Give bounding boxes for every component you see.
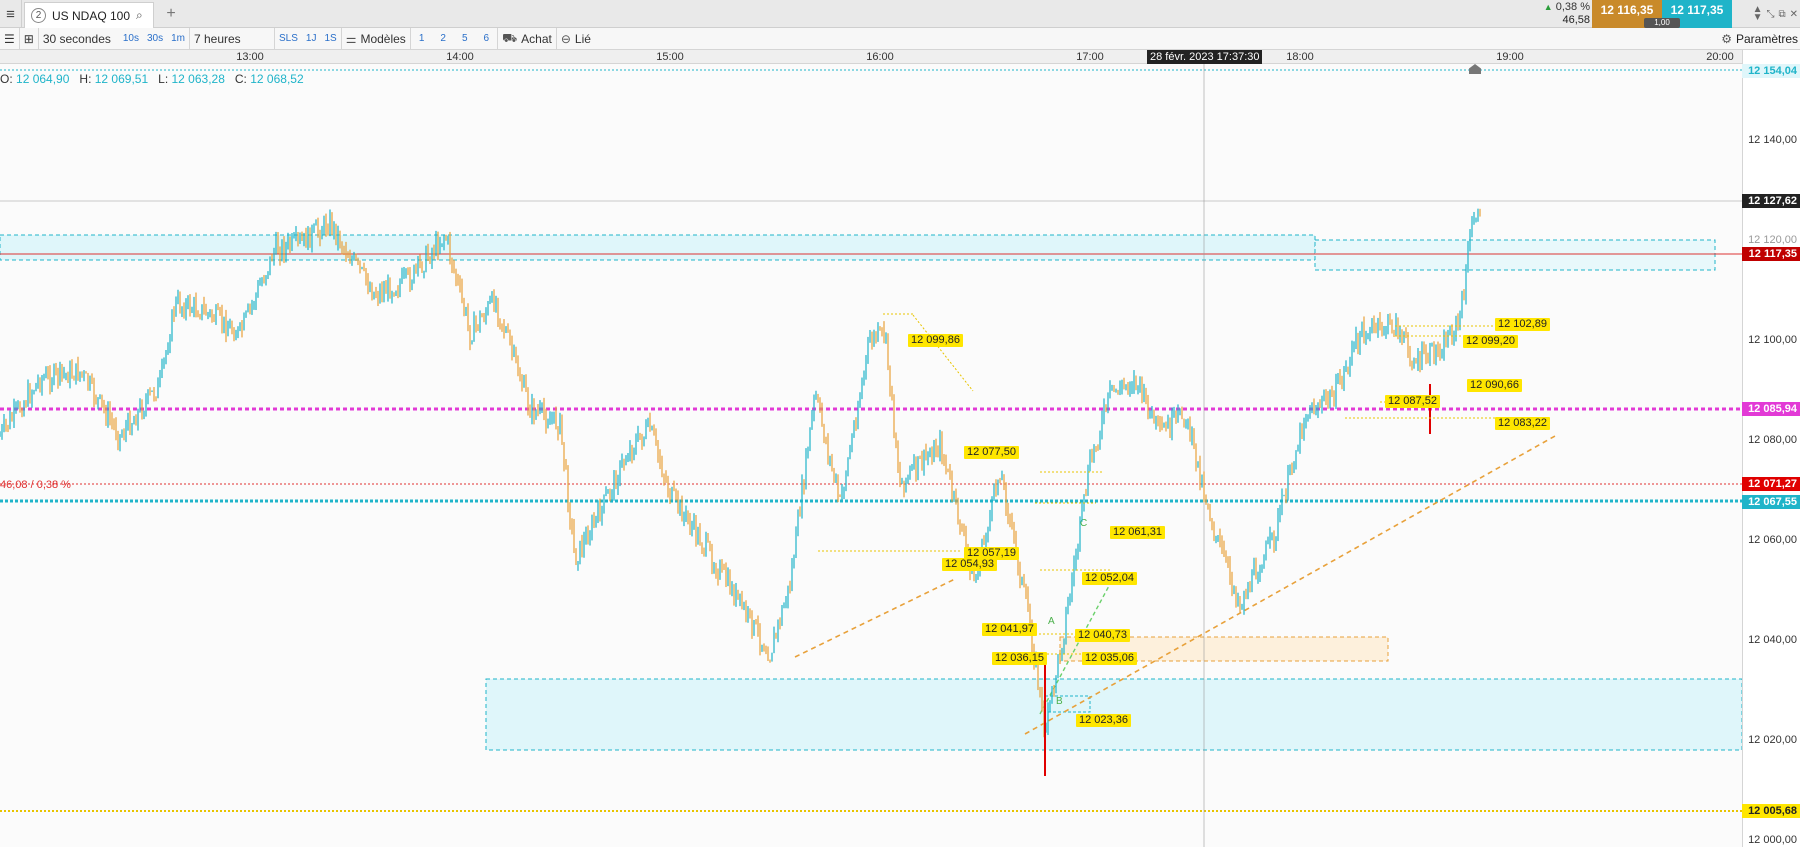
range-1s[interactable]: 1S: [320, 27, 342, 50]
price-annotation[interactable]: 12 035,06: [1082, 652, 1137, 665]
ohlc-close: 12 068,52: [250, 72, 304, 86]
menu-icon[interactable]: ≡: [0, 0, 22, 28]
trendline-1[interactable]: [794, 578, 956, 658]
spread-badge: 1,00: [1644, 18, 1680, 28]
interval-10s[interactable]: 10s: [119, 28, 143, 50]
tab-title: US NDAQ 100: [52, 8, 131, 23]
price-tag-cursor: 12 127,62: [1742, 194, 1800, 208]
price-tag-last: 12 117,35: [1742, 247, 1800, 261]
ohlc-low: 12 063,28: [171, 72, 225, 86]
resistance-zone[interactable]: [0, 234, 1316, 261]
time-label: 19:00: [1496, 51, 1524, 63]
price-label: 12 040,00: [1748, 634, 1797, 646]
buy-button[interactable]: ⛟ Achat: [498, 27, 557, 50]
time-label: 16:00: [866, 51, 894, 63]
tab-number: 2: [31, 8, 46, 23]
time-label: 17:00: [1076, 51, 1104, 63]
price-tag-yellow: 12 005,68: [1742, 804, 1800, 818]
price-annotation[interactable]: 12 090,66: [1467, 379, 1522, 392]
price-annotation[interactable]: 12 083,22: [1495, 417, 1550, 430]
list-icon[interactable]: ☰: [0, 27, 20, 50]
layout-grid-icon[interactable]: ⊞: [20, 27, 39, 50]
range-select[interactable]: 7 heures: [190, 27, 275, 50]
interval-30s[interactable]: 30s: [143, 28, 167, 50]
price-annotation[interactable]: 12 041,97: [982, 623, 1037, 636]
annotation-guide-line: [912, 314, 974, 392]
wave-label-a: A: [1048, 616, 1055, 627]
price-tag-top: 12 154,04: [1742, 64, 1800, 78]
price-annotation[interactable]: 12 077,50: [964, 446, 1019, 459]
price-label: 12 120,00: [1748, 234, 1797, 246]
change-box: ▲ 0,38 % 46,58: [1540, 1, 1590, 27]
search-icon[interactable]: ⌕: [136, 8, 143, 23]
price-label: 12 060,00: [1748, 534, 1797, 546]
price-label: 12 000,00: [1748, 834, 1797, 846]
time-label: 20:00: [1706, 51, 1734, 63]
tab-us-ndaq-100[interactable]: 2 US NDAQ 100 ⌕: [24, 2, 154, 28]
price-annotation[interactable]: 12 054,93: [942, 558, 997, 571]
time-label: 13:00: [236, 51, 264, 63]
detach-icon[interactable]: ⧉: [1778, 9, 1785, 20]
price-tag-magenta: 12 085,94: [1742, 402, 1800, 416]
price-label: 12 020,00: [1748, 734, 1797, 746]
tab-bar: ≡ 2 US NDAQ 100 ⌕ + ▲ 0,38 % 46,58 12 11…: [0, 0, 1800, 28]
range-sls[interactable]: SLS: [275, 28, 302, 50]
price-axis[interactable]: 12 154,04 12 140,00 12 127,62 12 120,00 …: [1742, 50, 1800, 847]
wave-label-c: C: [1080, 518, 1087, 529]
layout-5[interactable]: 5: [454, 28, 476, 50]
add-tab-button[interactable]: +: [160, 3, 182, 25]
interval-1m[interactable]: 1m: [167, 27, 190, 50]
price-annotation[interactable]: 12 087,52: [1385, 395, 1440, 408]
cart-icon: ⛟: [502, 30, 518, 45]
range-1j[interactable]: 1J: [302, 28, 321, 50]
collapse-icon[interactable]: ⤡: [1766, 9, 1774, 20]
price-label: 12 140,00: [1748, 134, 1797, 146]
sliders-icon: ⚌: [345, 31, 357, 46]
price-annotation[interactable]: 12 036,15: [992, 652, 1047, 665]
price-annotation[interactable]: 12 040,73: [1075, 629, 1130, 642]
arrow-up-icon: ▲: [1543, 2, 1553, 12]
layout-1[interactable]: 1: [411, 28, 433, 50]
price-tag-red: 12 071,27: [1742, 477, 1800, 491]
window-controls: ▲ ▼ ⤡ ⧉ ✕: [1734, 2, 1798, 26]
layout-2[interactable]: 2: [432, 28, 454, 50]
price-label: 12 100,00: [1748, 334, 1797, 346]
ohlc-high: 12 069,51: [94, 72, 149, 86]
updown-icon[interactable]: ▲ ▼: [1753, 5, 1763, 23]
chart-toolbar: ☰ ⊞ 30 secondes 10s 30s 1m 7 heures SLS …: [0, 27, 1800, 50]
link-button[interactable]: ⊖ Lié: [557, 28, 595, 50]
ohlc-readout: O: 12 064,90 H: 12 069,51 L: 12 063,28 C…: [0, 72, 304, 86]
price-annotation[interactable]: 12 061,31: [1110, 526, 1165, 539]
time-axis[interactable]: 13:00 14:00 15:00 16:00 17:00 18:00 19:0…: [0, 50, 1742, 64]
wave-label-b: B: [1056, 696, 1063, 707]
ohlc-open: 12 064,90: [16, 72, 70, 86]
settings-button[interactable]: ⚙ Paramètres: [1721, 28, 1800, 50]
gear-icon: ⚙: [1721, 32, 1732, 46]
change-percent: 0,38 %: [1555, 1, 1590, 13]
price-annotation[interactable]: 12 023,36: [1076, 714, 1131, 727]
time-label: 18:00: [1286, 51, 1314, 63]
change-value: 46,58: [1562, 14, 1590, 26]
chart-canvas[interactable]: A B C: [0, 64, 1742, 847]
price-chart[interactable]: A B C O: 12 064,90 H: 12 069,51 L: 12 06…: [0, 64, 1742, 847]
interval-select[interactable]: 30 secondes: [39, 28, 119, 50]
layout-6[interactable]: 6: [476, 27, 499, 50]
close-icon[interactable]: ✕: [1790, 9, 1798, 20]
time-label: 14:00: [446, 51, 474, 63]
link-icon: ⊖: [560, 31, 571, 46]
left-change-marker: 46,08 / 0,38 %: [0, 479, 71, 491]
price-label: 12 080,00: [1748, 434, 1797, 446]
price-annotation[interactable]: 12 052,04: [1082, 572, 1137, 585]
price-annotation[interactable]: 12 099,86: [908, 334, 963, 347]
models-button[interactable]: ⚌ Modèles: [342, 27, 411, 50]
price-annotation[interactable]: 12 102,89: [1495, 318, 1550, 331]
time-cursor-label: 28 févr. 2023 17:37:30: [1147, 50, 1263, 64]
price-tag-cyan: 12 067,55: [1742, 495, 1800, 509]
price-annotation[interactable]: 12 099,20: [1463, 335, 1518, 348]
time-label: 15:00: [656, 51, 684, 63]
resistance-zone-2[interactable]: [1314, 239, 1716, 271]
